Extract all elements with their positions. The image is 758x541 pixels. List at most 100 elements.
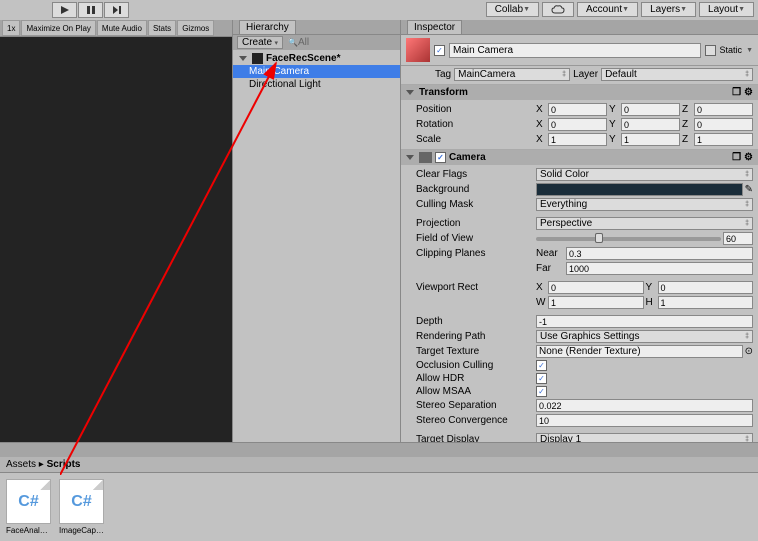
asset-label: ImageCaptu... xyxy=(59,526,104,535)
rendering-path-dropdown[interactable]: Use Graphics Settings‡ xyxy=(536,330,753,343)
scene-root[interactable]: FaceRecScene* xyxy=(233,52,400,65)
assets-grid: C# FaceAnalysi... C# ImageCaptu... xyxy=(0,473,758,541)
layers-button[interactable]: Layers ▼ xyxy=(641,2,696,17)
collab-label: Collab xyxy=(495,4,523,15)
position-x[interactable]: 0 xyxy=(548,103,607,116)
target-display-dropdown[interactable]: Display 1‡ xyxy=(536,433,753,442)
position-z[interactable]: 0 xyxy=(694,103,753,116)
msaa-label: Allow MSAA xyxy=(406,386,536,397)
gameobject-icon[interactable] xyxy=(406,38,430,62)
help-icon[interactable]: ❐ xyxy=(732,87,741,98)
layer-label: Layer xyxy=(573,69,598,80)
far-plane[interactable]: 1000 xyxy=(566,262,753,275)
hierarchy-panel: Hierarchy Create ▾ 🔍All FaceRecScene* Ma… xyxy=(232,20,400,442)
transform-header[interactable]: Transform❐⚙ xyxy=(401,85,758,100)
top-right-controls: Collab ▼ Account ▼ Layers ▼ Layout ▼ xyxy=(486,2,754,18)
hierarchy-item-directional-light[interactable]: Directional Light xyxy=(233,78,400,91)
object-picker-icon[interactable]: ⊙ xyxy=(745,346,753,357)
layout-button[interactable]: Layout ▼ xyxy=(699,2,754,17)
asset-image-capture[interactable]: C# ImageCaptu... xyxy=(59,479,104,535)
tag-dropdown[interactable]: MainCamera‡ xyxy=(454,68,570,81)
hierarchy-search[interactable]: 🔍All xyxy=(288,37,309,48)
culling-mask-label: Culling Mask xyxy=(406,199,536,210)
gameobject-header: ✓ Static ▼ xyxy=(401,35,758,66)
msaa-checkbox[interactable]: ✓ xyxy=(536,386,547,397)
gear-icon[interactable]: ⚙ xyxy=(744,152,753,163)
layer-dropdown[interactable]: Default‡ xyxy=(601,68,753,81)
background-color[interactable] xyxy=(536,183,743,196)
help-icon[interactable]: ❐ xyxy=(732,152,741,163)
viewport-x[interactable]: 0 xyxy=(548,281,644,294)
step-button[interactable] xyxy=(104,2,129,18)
projection-dropdown[interactable]: Perspective‡ xyxy=(536,217,753,230)
fov-label: Field of View xyxy=(406,233,536,244)
viewport-w[interactable]: 1 xyxy=(548,296,644,309)
gameobject-name-field[interactable] xyxy=(449,43,701,58)
rotation-x[interactable]: 0 xyxy=(548,118,607,131)
stereo-conv-field[interactable]: 10 xyxy=(536,414,753,427)
stereo-sep-field[interactable]: 0.022 xyxy=(536,399,753,412)
target-texture-label: Target Texture xyxy=(406,346,536,357)
scale-x[interactable]: 1 xyxy=(548,133,607,146)
viewport-h[interactable]: 1 xyxy=(658,296,754,309)
rotation-y[interactable]: 0 xyxy=(621,118,680,131)
scale-y[interactable]: 1 xyxy=(621,133,680,146)
inspector-tab[interactable]: Inspector xyxy=(407,20,462,34)
rotation-z[interactable]: 0 xyxy=(694,118,753,131)
asset-face-analysis[interactable]: C# FaceAnalysi... xyxy=(6,479,51,535)
breadcrumb: Assets ▸ Scripts xyxy=(0,457,758,473)
csharp-script-icon: C# xyxy=(6,479,51,524)
position-label: Position xyxy=(406,104,536,115)
unity-icon xyxy=(252,53,263,64)
camera-header[interactable]: ✓Camera❐⚙ xyxy=(401,150,758,165)
mute-audio[interactable]: Mute Audio xyxy=(97,20,147,36)
maximize-on-play[interactable]: Maximize On Play xyxy=(21,20,95,36)
pause-button[interactable] xyxy=(78,2,103,18)
gear-icon[interactable]: ⚙ xyxy=(744,87,753,98)
camera-enabled-checkbox[interactable]: ✓ xyxy=(435,152,446,163)
hdr-checkbox[interactable]: ✓ xyxy=(536,373,547,384)
scale-label: Scale xyxy=(406,134,536,145)
stereo-conv-label: Stereo Convergence xyxy=(406,415,536,426)
hierarchy-subbar: Create ▾ 🔍All xyxy=(233,35,400,50)
zoom-level[interactable]: 1x xyxy=(2,20,20,36)
inspector-body: ✓ Static ▼ Tag MainCamera‡ Layer Default… xyxy=(401,35,758,442)
static-checkbox[interactable] xyxy=(705,45,716,56)
projection-label: Projection xyxy=(406,218,536,229)
fov-slider[interactable] xyxy=(536,237,721,241)
clipping-label: Clipping Planes xyxy=(406,248,536,259)
static-dropdown-icon[interactable]: ▼ xyxy=(746,47,753,54)
fov-value[interactable]: 60 xyxy=(723,232,753,245)
active-checkbox[interactable]: ✓ xyxy=(434,45,445,56)
culling-mask-dropdown[interactable]: Everything‡ xyxy=(536,198,753,211)
game-viewport[interactable] xyxy=(0,37,232,442)
occlusion-checkbox[interactable]: ✓ xyxy=(536,360,547,371)
create-dropdown[interactable]: Create ▾ xyxy=(237,36,283,49)
near-plane[interactable]: 0.3 xyxy=(566,247,753,260)
csharp-script-icon: C# xyxy=(59,479,104,524)
scale-z[interactable]: 1 xyxy=(694,133,753,146)
position-y[interactable]: 0 xyxy=(621,103,680,116)
viewport-label: Viewport Rect xyxy=(406,282,536,293)
account-button[interactable]: Account ▼ xyxy=(577,2,638,17)
hierarchy-item-main-camera[interactable]: Main Camera xyxy=(233,65,400,78)
hierarchy-tab[interactable]: Hierarchy xyxy=(239,20,296,34)
hdr-label: Allow HDR xyxy=(406,373,536,384)
play-controls xyxy=(52,2,129,18)
collab-button[interactable]: Collab ▼ xyxy=(486,2,539,17)
viewport-y[interactable]: 0 xyxy=(658,281,754,294)
breadcrumb-folder[interactable]: Scripts xyxy=(47,459,81,470)
target-texture-field[interactable]: None (Render Texture) xyxy=(536,345,743,358)
scene-name: FaceRecScene* xyxy=(266,53,341,64)
breadcrumb-root[interactable]: Assets xyxy=(6,459,36,470)
depth-field[interactable]: -1 xyxy=(536,315,753,328)
play-button[interactable] xyxy=(52,2,77,18)
eyedropper-icon[interactable]: ✎ xyxy=(745,184,753,195)
expand-icon[interactable] xyxy=(239,56,247,61)
inspector-panel: Inspector ✓ Static ▼ Tag MainCamera‡ Lay… xyxy=(400,20,758,442)
cloud-button[interactable] xyxy=(542,2,574,17)
clear-flags-dropdown[interactable]: Solid Color‡ xyxy=(536,168,753,181)
gizmos-button[interactable]: Gizmos xyxy=(177,20,214,36)
occlusion-label: Occlusion Culling xyxy=(406,360,536,371)
stats-button[interactable]: Stats xyxy=(148,20,176,36)
